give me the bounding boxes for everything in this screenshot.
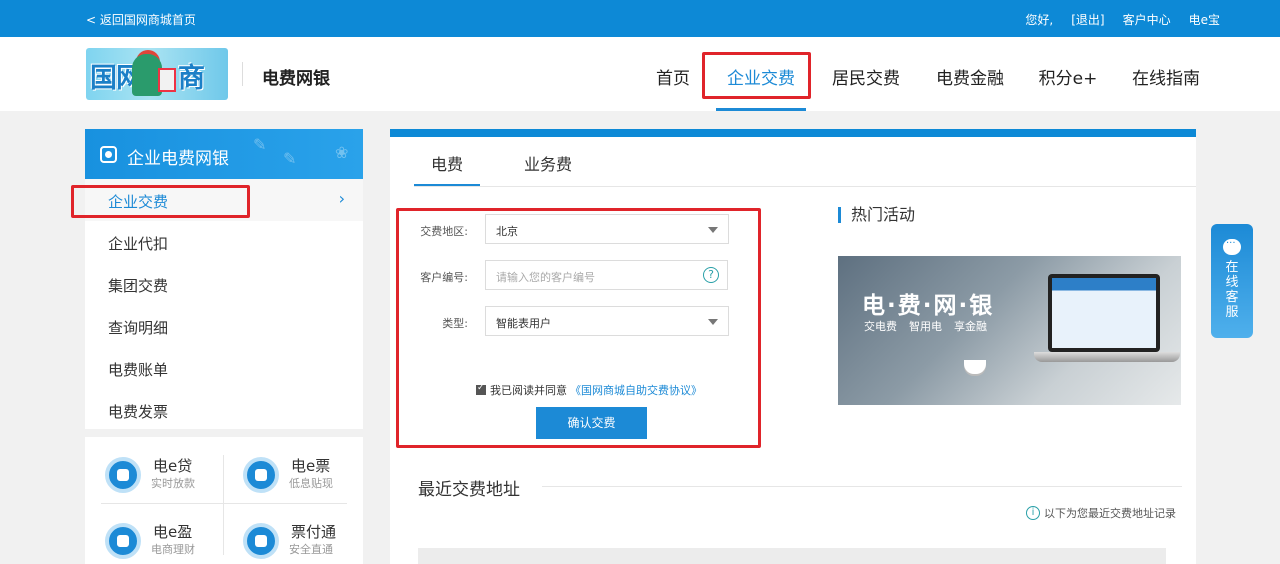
recent-table-header [418, 548, 1166, 564]
service-ticket-pay[interactable]: 票付通 安全直通 [243, 519, 363, 564]
coffee-cup-image [964, 360, 986, 374]
e-loan-icon [105, 457, 141, 493]
sidebar-item-enterprise-payment[interactable]: 企业交费 › [85, 179, 363, 221]
recent-note: i 以下为您最近交费地址记录 [1026, 505, 1176, 521]
bulb-icon: ✎ [253, 135, 267, 154]
confirm-payment-button[interactable]: 确认交费 [536, 407, 647, 439]
service-e-loan[interactable]: 电e贷 实时放款 [105, 453, 225, 503]
brand-divider [242, 62, 243, 86]
sidebar-item-invoice[interactable]: 电费发票 [85, 389, 363, 431]
tab-electricity[interactable]: 电费 [414, 151, 480, 187]
sidebar-title: 企业电费网银 [127, 149, 229, 169]
type-select[interactable]: 智能表用户 [485, 306, 729, 336]
chevron-right-icon: › [338, 189, 345, 208]
service-e-profit[interactable]: 电e盈 电商理财 [105, 519, 225, 564]
chevron-down-icon [708, 319, 718, 325]
sidebar: 企业电费网银 ✎ ✎ ❀ 企业交费 › 企业代扣 集团交费 查询明细 电费账单 … [85, 129, 363, 429]
tab-service-fee[interactable]: 业务费 [524, 151, 578, 187]
pencil-icon: ✎ [283, 149, 297, 168]
customer-center-link[interactable]: 客户中心 [1123, 11, 1171, 28]
sidebar-item-group-payment[interactable]: 集团交费 [85, 263, 363, 305]
customer-id-input[interactable]: 请输入您的客户编号 ? [485, 260, 728, 290]
help-icon[interactable]: ? [703, 267, 719, 283]
main-nav: 首页 企业交费 居民交费 电费金融 积分e+ 在线指南 [638, 37, 1218, 111]
region-label: 交费地区: [420, 225, 468, 238]
site-header: 国网 商城 电费网银 首页 企业交费 居民交费 电费金融 积分e+ 在线指南 [0, 37, 1280, 111]
e-profit-icon [105, 523, 141, 559]
sidebar-item-query-details[interactable]: 查询明细 [85, 305, 363, 347]
customer-id-label: 客户编号: [420, 271, 468, 284]
service-divider-horizontal [101, 503, 347, 504]
banner-title: 电·费·网·银 [862, 293, 995, 319]
e-bill-icon [243, 457, 279, 493]
hot-activities-title: 热门活动 [838, 207, 915, 223]
sidebar-item-enterprise-debit[interactable]: 企业代扣 [85, 221, 363, 263]
agree-text: 我已阅读并同意 [490, 384, 567, 397]
main-panel: 电费 业务费 交费地区: 北京 客户编号: 请输入您的客户编号 ? 类型: 智能… [390, 129, 1196, 564]
finance-services: 电e贷 实时放款 电e票 低息贴现 电e盈 电商理财 票付通 安全直通 [85, 437, 363, 564]
top-user-links: 您好, [退出] 客户中心 电e宝 [1007, 11, 1220, 28]
region-select[interactable]: 北京 [485, 214, 729, 244]
nav-points[interactable]: 积分e+ [1022, 37, 1114, 111]
leaf-icon: ❀ [335, 143, 349, 162]
type-label: 类型: [442, 317, 468, 330]
info-icon: i [1026, 506, 1040, 520]
laptop-image [1048, 274, 1160, 352]
sidebar-item-bill[interactable]: 电费账单 [85, 347, 363, 389]
tab-divider [414, 186, 1196, 187]
service-e-bill[interactable]: 电e票 低息贴现 [243, 453, 363, 503]
back-to-mall-link[interactable]: < 返回国网商城首页 [86, 11, 196, 28]
nav-resident-payment[interactable]: 居民交费 [814, 37, 918, 111]
nav-online-guide[interactable]: 在线指南 [1114, 37, 1218, 111]
agreement-link[interactable]: 《国网商城自助交费协议》 [570, 382, 702, 398]
agreement-row: 我已阅读并同意 《国网商城自助交费协议》 [476, 382, 702, 398]
online-service-button[interactable]: 在线客服 [1211, 224, 1253, 338]
promo-banner[interactable]: 电·费·网·银 交电费 智用电 享金融 [838, 256, 1181, 405]
chevron-down-icon [708, 227, 718, 233]
ticket-pay-icon [243, 523, 279, 559]
agree-checkbox[interactable] [476, 383, 486, 395]
state-grid-mall-logo[interactable]: 国网 商城 [86, 48, 228, 100]
bank-icon [100, 146, 117, 163]
chat-bubble-icon [1223, 235, 1241, 255]
e-bao-link[interactable]: 电e宝 [1189, 11, 1220, 28]
recent-addresses-title: 最近交费地址 [418, 480, 520, 500]
nav-power-finance[interactable]: 电费金融 [918, 37, 1022, 111]
brand-title: 电费网银 [262, 69, 330, 89]
logout-link[interactable]: [退出] [1071, 11, 1104, 28]
nav-home[interactable]: 首页 [638, 37, 708, 111]
recent-divider [542, 486, 1182, 487]
sidebar-header: 企业电费网银 ✎ ✎ ❀ [85, 129, 363, 179]
top-bar: < 返回国网商城首页 您好, [退出] 客户中心 电e宝 [0, 0, 1280, 37]
banner-tags: 交电费 智用电 享金融 [864, 320, 987, 333]
nav-enterprise-payment[interactable]: 企业交费 [708, 37, 814, 111]
greeting-text: 您好, [1025, 13, 1054, 27]
